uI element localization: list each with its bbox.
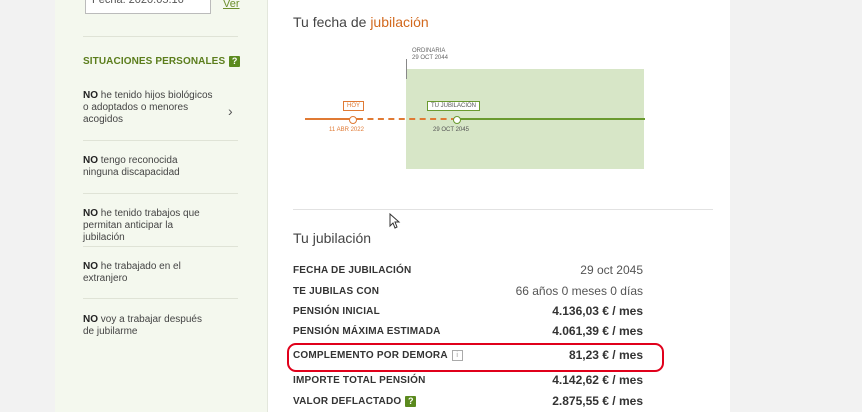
summary-row-pension-inicial: PENSIÓN INICIAL 4.136,03 € / mes [293,301,643,321]
summary-row-pension-maxima: PENSIÓN MÁXIMA ESTIMADA 4.061,39 € / mes [293,321,643,341]
help-icon[interactable]: ? [229,56,241,67]
retirement-timeline: ORDINARIA 29 OCT 2044 HOY 11 ABR 2022 TU… [305,48,645,169]
timeline-line-future [457,118,645,120]
section-title-situaciones: SITUACIONES PERSONALES ? [83,56,241,67]
item-text: he tenido trabajos que permitan anticipa… [83,208,200,243]
row-label: TE JUBILAS CON [293,285,380,297]
row-value: 4.142,62 € / mes [552,373,643,387]
item-text: he tenido hijos biológicos o adoptados o… [83,90,213,125]
timeline-ordinaria-label: ORDINARIA 29 OCT 2044 [412,48,448,62]
row-value: 4.136,03 € / mes [552,304,643,318]
row-label: PENSIÓN INICIAL [293,305,380,317]
divider [83,298,238,299]
row-label: VALOR DEFLACTADO? [293,395,417,407]
summary-row-fecha: FECHA DE JUBILACIÓN 29 oct 2045 [293,260,643,280]
row-value: 29 oct 2045 [580,263,643,277]
item-bold: NO [83,90,98,101]
summary-row-edad: TE JUBILAS CON 66 años 0 meses 0 días [293,281,643,301]
summary-row-importe-total: IMPORTE TOTAL PENSIÓN 4.142,62 € / mes [293,370,643,390]
chevron-right-icon[interactable]: › [228,103,233,119]
timeline-jubilacion-dot [453,116,461,124]
timeline-hoy-label: HOY [343,101,365,111]
divider [83,193,238,194]
sidebar-item-hijos[interactable]: NO he tenido hijos biológicos o adoptado… [83,90,213,126]
summary-title: Tu jubilación [293,230,372,246]
section-divider [293,209,713,210]
title-prefix: Tu fecha de [293,14,371,30]
page-container: Fecha: 2020.05.16 Ver SITUACIONES PERSON… [55,0,730,412]
sidebar: Fecha: 2020.05.16 Ver SITUACIONES PERSON… [55,0,268,412]
item-bold: NO [83,208,98,219]
ordinaria-label: ORDINARIA [412,48,446,54]
timeline-hoy-dot [349,116,357,124]
divider [83,36,238,37]
timeline-jubilacion-date: 29 OCT 2045 [433,127,469,133]
mouse-cursor-icon [389,213,401,229]
item-bold: NO [83,261,98,272]
row-label: PENSIÓN MÁXIMA ESTIMADA [293,325,441,337]
sidebar-item-trabajar-despues[interactable]: NO voy a trabajar después de jubilarme [83,314,213,338]
timeline-ordinaria-marker [406,59,407,79]
row-label: IMPORTE TOTAL PENSIÓN [293,374,426,386]
row-label-text: VALOR DEFLACTADO [293,395,402,407]
divider [83,140,238,141]
timeline-line-dashed [357,118,457,120]
sidebar-item-trabajos[interactable]: NO he tenido trabajos que permitan antic… [83,208,213,244]
retirement-date-title: Tu fecha de jubilación [293,14,429,30]
timeline-hoy-date: 11 ABR 2022 [329,127,364,133]
row-label: FECHA DE JUBILACIÓN [293,264,412,276]
title-highlight: jubilación [370,14,429,30]
date-field[interactable]: Fecha: 2020.05.16 [85,0,211,14]
row-value: 4.061,39 € / mes [552,324,643,338]
item-text: tengo reconocida ninguna discapacidad [83,155,180,178]
summary-row-valor-deflactado: VALOR DEFLACTADO? 2.875,55 € / mes [293,391,643,411]
ordinaria-date: 29 OCT 2044 [412,55,448,61]
timeline-jubilacion-label: TU JUBILACIÓN [427,101,481,111]
item-bold: NO [83,155,98,166]
sidebar-top-link[interactable]: Ver [223,0,240,10]
row-value: 2.875,55 € / mes [552,394,643,408]
highlight-annotation [287,343,664,372]
sidebar-item-extranjero[interactable]: NO he trabajado en el extranjero [83,261,213,285]
row-value: 66 años 0 meses 0 días [515,284,643,298]
section-title-text: SITUACIONES PERSONALES [83,56,226,67]
sidebar-item-discapacidad[interactable]: NO tengo reconocida ninguna discapacidad [83,155,213,179]
item-text: voy a trabajar después de jubilarme [83,314,202,337]
help-icon[interactable]: ? [405,395,417,407]
item-bold: NO [83,314,98,325]
item-text: he trabajado en el extranjero [83,261,181,284]
divider [83,246,238,247]
